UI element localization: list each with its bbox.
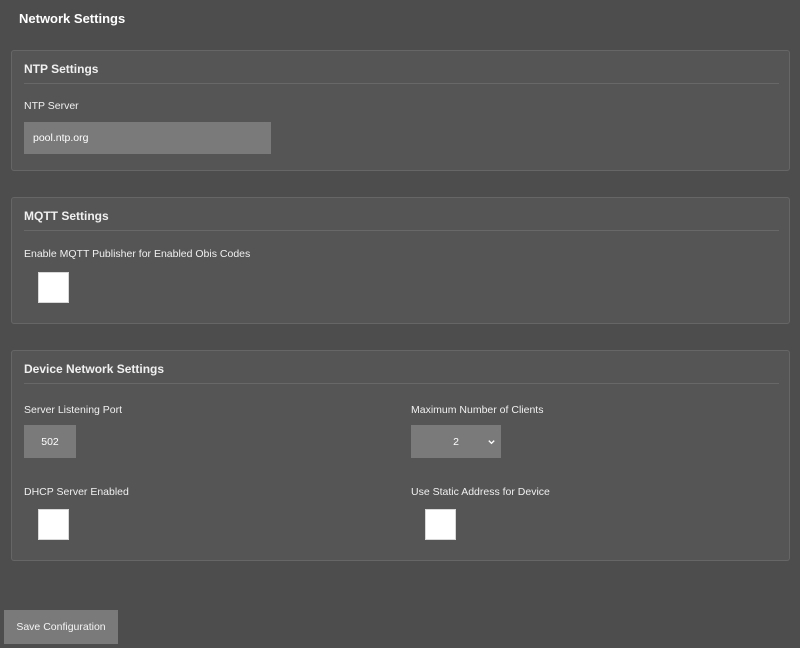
device-network-settings-divider: [24, 383, 779, 384]
page-title: Network Settings: [19, 11, 126, 26]
ntp-settings-title: NTP Settings: [24, 62, 99, 76]
mqtt-enable-checkbox[interactable]: [38, 272, 69, 303]
ntp-server-label: NTP Server: [24, 100, 79, 112]
ntp-settings-panel: NTP Settings NTP Server: [11, 50, 790, 171]
mqtt-settings-title: MQTT Settings: [24, 209, 109, 223]
max-clients-label: Maximum Number of Clients: [411, 404, 544, 416]
server-port-label: Server Listening Port: [24, 404, 123, 416]
static-address-checkbox[interactable]: [425, 509, 456, 540]
max-clients-select[interactable]: 2: [411, 425, 501, 458]
static-address-label: Use Static Address for Device: [411, 486, 550, 498]
chevron-down-icon: [488, 439, 495, 444]
mqtt-settings-divider: [24, 230, 779, 231]
device-network-settings-panel: Device Network Settings Server Listening…: [11, 350, 790, 561]
mqtt-settings-panel: MQTT Settings Enable MQTT Publisher for …: [11, 197, 790, 324]
mqtt-enable-label: Enable MQTT Publisher for Enabled Obis C…: [24, 248, 251, 260]
ntp-settings-divider: [24, 83, 779, 84]
dhcp-server-checkbox[interactable]: [38, 509, 69, 540]
device-network-settings-title: Device Network Settings: [24, 362, 165, 376]
server-port-input[interactable]: [24, 425, 76, 458]
dhcp-server-label: DHCP Server Enabled: [24, 486, 129, 498]
ntp-server-input[interactable]: [24, 122, 271, 154]
max-clients-value: 2: [453, 435, 459, 448]
save-configuration-button[interactable]: Save Configuration: [4, 610, 118, 644]
